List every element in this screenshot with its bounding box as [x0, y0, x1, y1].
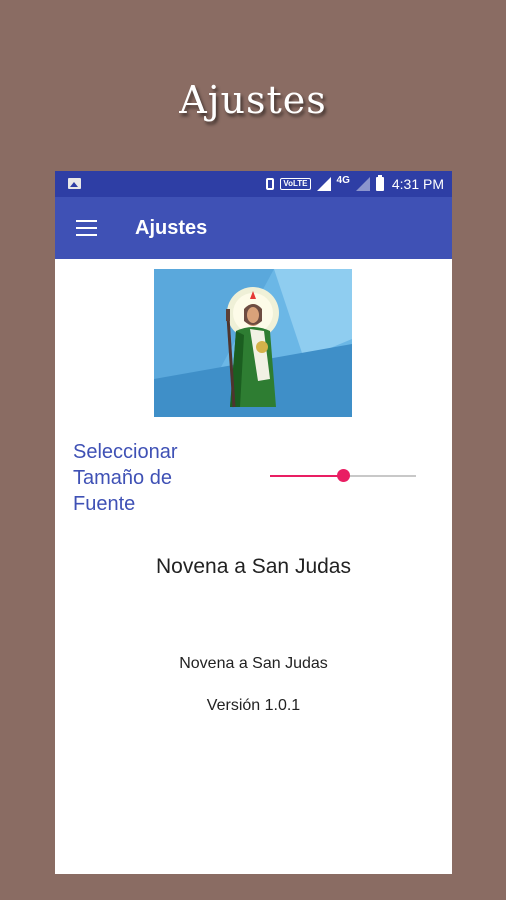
status-clock: 4:31 PM [391, 176, 444, 192]
battery-icon [375, 175, 384, 191]
slider-thumb[interactable] [337, 469, 350, 482]
wifi-signal-icon [316, 177, 331, 191]
network-type: 4G [336, 174, 350, 186]
about-version: Versión 1.0.1 [206, 697, 301, 714]
cell-signal-icon [355, 177, 370, 191]
phone-screen: VoLTE 4G 4:31 PM Ajustes Seleccionar Tam… [55, 171, 452, 874]
vibrate-icon [266, 178, 275, 190]
menu-icon[interactable] [76, 220, 97, 236]
status-indicators: VoLTE 4G 4:31 PM [266, 171, 444, 197]
status-bar: VoLTE 4G 4:31 PM [55, 171, 452, 197]
volte-badge: VoLTE [280, 178, 311, 190]
app-bar: Ajustes [55, 197, 452, 259]
settings-content: Seleccionar Tamaño de Fuente Novena a Sa… [55, 259, 452, 874]
promo-title: Ajustes [179, 78, 327, 122]
san-judas-tadeo-image [154, 269, 352, 417]
font-preview-text: Novena a San Judas [156, 555, 351, 578]
gallery-icon [68, 178, 81, 189]
slider-fill [270, 475, 343, 477]
app-bar-title: Ajustes [135, 216, 208, 239]
font-size-slider[interactable] [270, 466, 416, 486]
about-app-name: Novena a San Judas [179, 655, 328, 672]
font-size-label: Seleccionar Tamaño de Fuente [73, 441, 178, 515]
